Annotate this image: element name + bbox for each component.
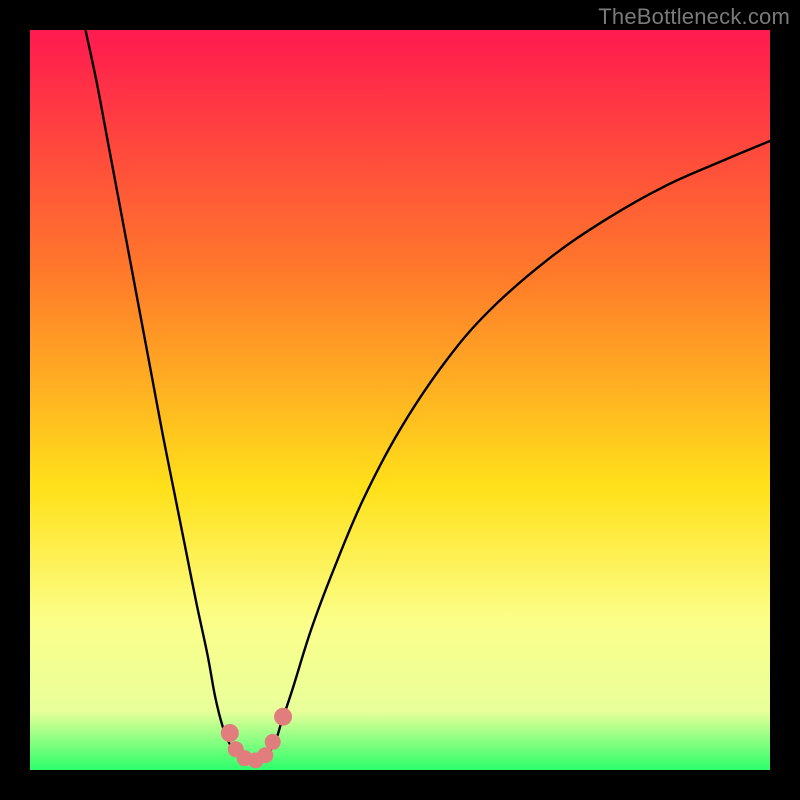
gradient-background bbox=[30, 30, 770, 770]
marker-dot bbox=[265, 734, 281, 750]
marker-dot bbox=[221, 724, 239, 742]
plot-area bbox=[30, 30, 770, 770]
attribution-text: TheBottleneck.com bbox=[598, 4, 790, 30]
plot-svg bbox=[30, 30, 770, 770]
chart-frame: TheBottleneck.com bbox=[0, 0, 800, 800]
marker-dot bbox=[274, 708, 292, 726]
